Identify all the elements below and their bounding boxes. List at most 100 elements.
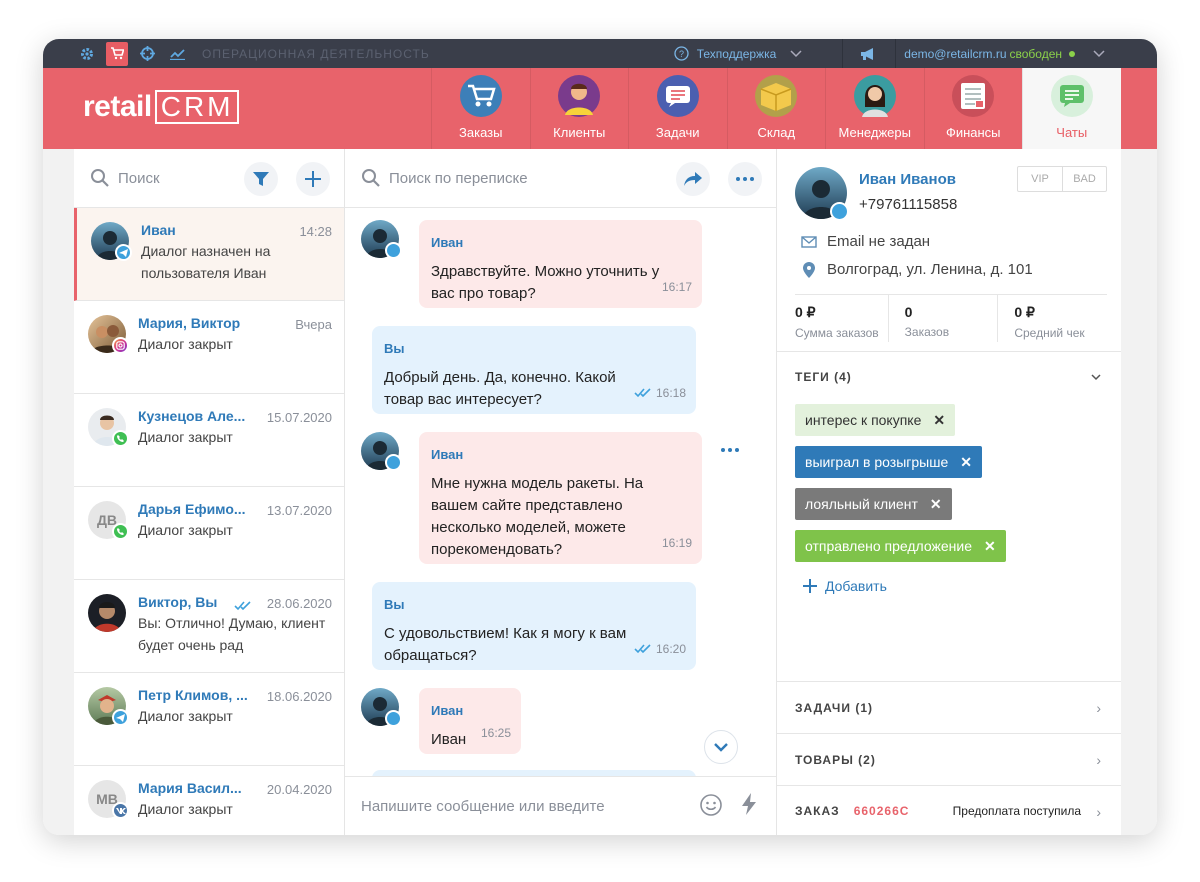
nav-tasks[interactable]: Задачи: [628, 68, 727, 149]
whatsapp-icon: [112, 430, 129, 447]
analytics-icon[interactable]: [166, 43, 188, 65]
message-input[interactable]: Напишите сообщение или введите: [361, 798, 605, 815]
top-bar: ОПЕРАЦИОННАЯ ДЕЯТЕЛЬНОСТЬ ? Техподдержка…: [43, 39, 1157, 68]
conversation-search-input[interactable]: Поиск по переписке: [389, 170, 528, 187]
order-section[interactable]: ЗАКАЗ 660266C Предоплата поступила ›: [777, 785, 1121, 835]
chat-list-item[interactable]: ДВ Дарья Ефимо... 13.07.2020 Диалог закр…: [74, 487, 344, 580]
cart-icon[interactable]: [106, 41, 128, 66]
megaphone-icon[interactable]: [843, 39, 895, 68]
search-icon: [362, 169, 380, 187]
remove-tag-icon[interactable]: ✕: [984, 538, 996, 555]
lightning-icon: [742, 793, 756, 815]
nav-warehouse[interactable]: Склад: [726, 68, 826, 149]
customer-icon: [558, 75, 601, 117]
logo-crm: CRM: [154, 90, 240, 124]
support-menu[interactable]: ? Техподдержка: [674, 46, 803, 61]
bad-button[interactable]: BAD: [1062, 167, 1106, 191]
stat-orders-sum: 0 ₽ Сумма заказов: [795, 294, 888, 342]
customer-address: Волгоград, ул. Ленина, д. 101: [827, 261, 1033, 278]
message-incoming: Иван Мне нужна модель ракеты. На вашем с…: [419, 432, 702, 564]
chat-list-item[interactable]: МВ Мария Васил... 20.04.2020 Диалог закр…: [74, 766, 344, 835]
section-title: ОПЕРАЦИОННАЯ ДЕЯТЕЛЬНОСТЬ: [202, 46, 430, 61]
tasks-section[interactable]: ЗАДАЧИ (1) ›: [777, 681, 1121, 733]
message-time: 16:20: [655, 642, 686, 656]
chat-preview: Диалог закрыт: [138, 522, 233, 538]
message-time: 16:17: [661, 280, 692, 294]
main-nav: Заказы Клиенты Задачи Склад Менеджеры Фи…: [431, 68, 1121, 149]
search-icon: [91, 169, 109, 187]
add-tag-label: Добавить: [825, 578, 887, 594]
chat-preview: Диалог закрыт: [138, 801, 233, 817]
vip-button[interactable]: VIP: [1018, 167, 1062, 191]
message-text: Здравствуйте. Можно уточнить у вас про т…: [431, 263, 660, 302]
message-incoming: Иван Иван 16:25: [419, 688, 521, 754]
customer-phone[interactable]: +79761115858: [859, 196, 957, 213]
finance-icon: [952, 75, 995, 117]
scroll-down-button[interactable]: [704, 730, 738, 764]
tags-header[interactable]: ТЕГИ (4): [795, 352, 1103, 402]
message-list: Иван Здравствуйте. Можно уточнить у вас …: [345, 208, 776, 776]
chevron-right-icon: ›: [1096, 804, 1101, 820]
add-tag-button[interactable]: Добавить: [803, 578, 1103, 594]
target-icon[interactable]: [136, 43, 158, 65]
chat-time: 13.07.2020: [266, 503, 332, 518]
customer-profile: Иван Иванов +79761115858 VIP BAD Email н…: [795, 149, 1107, 295]
order-status: Предоплата поступила: [952, 803, 1081, 818]
emoji-button[interactable]: [699, 793, 723, 822]
avatar: [88, 594, 126, 632]
nav-customers[interactable]: Клиенты: [529, 68, 629, 149]
chat-preview: Диалог закрыт: [138, 708, 233, 724]
help-icon: ?: [674, 46, 689, 61]
chat-name: Мария Васил...: [138, 780, 242, 796]
nav-finance[interactable]: Финансы: [923, 68, 1023, 149]
whatsapp-icon: [112, 523, 129, 540]
message-text: Мне нужна модель ракеты. На вашем сайте …: [431, 475, 644, 558]
chat-list-panel: Поиск Иван 14:28 Диалог назначен на поль…: [74, 149, 345, 835]
logo[interactable]: retail CRM: [83, 90, 240, 124]
chat-list-item[interactable]: Мария, Виктор Вчера Диалог закрыт: [74, 301, 344, 394]
chat-icon: [1050, 75, 1093, 117]
nav-label: Менеджеры: [838, 125, 911, 140]
chat-name: Мария, Виктор: [138, 315, 241, 331]
order-title: ЗАКАЗ: [795, 803, 840, 818]
svg-text:?: ?: [679, 49, 684, 59]
chat-name: Иван: [141, 222, 176, 238]
nav-orders[interactable]: Заказы: [431, 68, 530, 149]
message-outgoing: Вы Добрый день. Да, конечно. Какой товар…: [372, 326, 696, 414]
remove-tag-icon[interactable]: ✕: [960, 454, 972, 471]
remove-tag-icon[interactable]: ✕: [933, 412, 945, 429]
chat-list-item[interactable]: Иван 14:28 Диалог назначен на пользовате…: [74, 208, 344, 301]
stat-orders-count: 0 Заказов: [887, 294, 998, 342]
double-check-icon: [234, 601, 251, 611]
filter-button[interactable]: [244, 162, 278, 196]
forward-button[interactable]: [676, 162, 710, 196]
chat-time: 28.06.2020: [266, 596, 332, 611]
tasks-title: ЗАДАЧИ (1): [795, 700, 873, 715]
customer-address-row: Волгоград, ул. Ленина, д. 101: [799, 261, 1033, 278]
message-menu-icon[interactable]: [721, 448, 739, 452]
templates-button[interactable]: [741, 793, 757, 820]
tag: отправлено предложение ✕: [795, 530, 1006, 562]
chat-list-item[interactable]: Петр Климов, ... 18.06.2020 Диалог закры…: [74, 673, 344, 766]
order-number[interactable]: 660266C: [854, 804, 910, 818]
remove-tag-icon[interactable]: ✕: [930, 496, 942, 513]
chevron-down-icon: [1093, 49, 1105, 57]
chat-list-item[interactable]: Виктор, Вы 28.06.2020 Вы: Отлично! Думаю…: [74, 580, 344, 673]
divider: [895, 39, 897, 68]
user-menu[interactable]: demo@retailcrm.ru свободен: [904, 47, 1105, 61]
message-time: 16:25: [480, 726, 511, 740]
chat-list-item[interactable]: Кузнецов Але... 15.07.2020 Диалог закрыт: [74, 394, 344, 487]
nav-chats[interactable]: Чаты: [1022, 68, 1121, 149]
search-input[interactable]: Поиск: [118, 170, 160, 187]
more-button[interactable]: [728, 162, 762, 196]
nav-label: Финансы: [945, 125, 1001, 140]
customer-name[interactable]: Иван Иванов: [859, 171, 956, 188]
plus-icon: [803, 579, 817, 593]
new-chat-button[interactable]: [296, 162, 330, 196]
nav-managers[interactable]: Менеджеры: [825, 68, 924, 149]
mail-icon: [799, 235, 819, 248]
goods-section[interactable]: ТОВАРЫ (2) ›: [777, 733, 1121, 785]
gear-icon[interactable]: [76, 43, 98, 65]
customer-email: Email не задан: [827, 233, 931, 250]
customer-stats: 0 ₽ Сумма заказов 0 Заказов 0 ₽ Средний …: [795, 294, 1107, 342]
